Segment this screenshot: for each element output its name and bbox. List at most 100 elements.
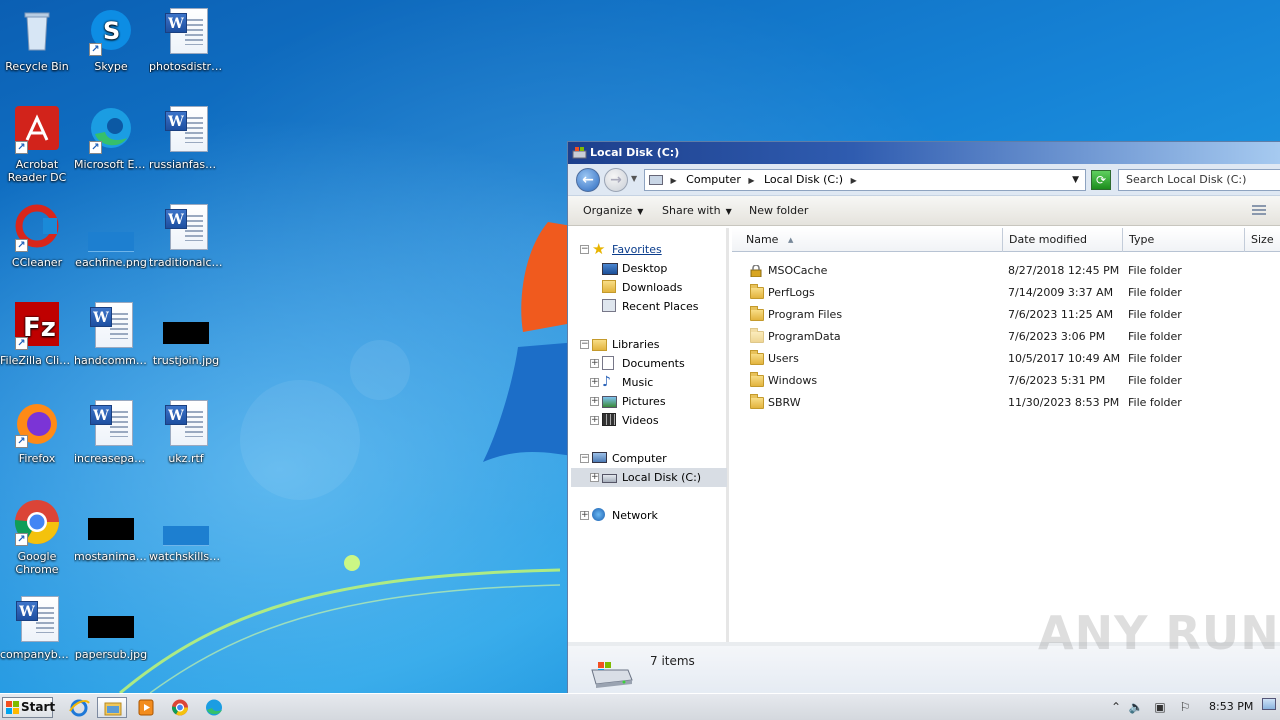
- collapse-icon[interactable]: −: [580, 245, 589, 254]
- tree-item-desktop[interactable]: Desktop: [571, 259, 727, 278]
- file-name: PerfLogs: [768, 286, 815, 299]
- network-tray-icon[interactable]: ▣: [1152, 699, 1168, 715]
- address-dropdown-icon[interactable]: ▼: [1072, 170, 1079, 190]
- expand-icon[interactable]: +: [590, 473, 599, 482]
- collapse-icon[interactable]: −: [580, 340, 589, 349]
- expand-icon[interactable]: +: [590, 378, 599, 387]
- collapse-icon[interactable]: −: [580, 454, 589, 463]
- word-document-icon: W: [162, 400, 210, 448]
- tree-item-libraries[interactable]: − Libraries: [571, 335, 727, 354]
- desktop-icon-firefox[interactable]: ↗ Firefox: [0, 400, 74, 465]
- forward-button[interactable]: →: [604, 168, 628, 192]
- expand-icon[interactable]: +: [590, 397, 599, 406]
- table-row[interactable]: ProgramData 7/6/2023 3:06 PM File folder: [732, 326, 1280, 348]
- breadcrumb-computer[interactable]: Computer: [686, 173, 741, 186]
- desktop-icon-companyba[interactable]: W companyba...: [0, 596, 74, 661]
- anyrun-watermark: ANY RUN: [1038, 606, 1280, 660]
- table-row[interactable]: PerfLogs 7/14/2009 3:37 AM File folder: [732, 282, 1280, 304]
- tree-item-videos[interactable]: + Videos: [571, 411, 727, 430]
- desktop-icon-papersub[interactable]: papersub.jpg: [74, 596, 148, 661]
- speaker-icon[interactable]: 🔈: [1128, 699, 1144, 715]
- edge-icon: [206, 699, 222, 716]
- taskbar-media-player[interactable]: [131, 697, 161, 718]
- table-row[interactable]: Windows 7/6/2023 5:31 PM File folder: [732, 370, 1280, 392]
- desktop-icon-acrobat-reader[interactable]: ↗ Acrobat Reader DC: [0, 106, 74, 184]
- desktop-icon-filezilla[interactable]: Fz ↗ FileZilla Client: [0, 302, 74, 367]
- tree-label: Recent Places: [622, 300, 699, 313]
- address-bar[interactable]: ▶ Computer ▶ Local Disk (C:) ▶ ▼: [644, 169, 1086, 191]
- back-button[interactable]: ←: [576, 168, 600, 192]
- tree-item-pictures[interactable]: + Pictures: [571, 392, 727, 411]
- recent-pages-dropdown-icon[interactable]: ▼: [631, 174, 637, 183]
- desktop-icon-edge[interactable]: ↗ Microsoft Edge: [74, 106, 148, 171]
- desktop-icon-handcommu[interactable]: W handcommu...: [74, 302, 148, 367]
- image-file-icon: [162, 302, 210, 350]
- file-type: File folder: [1128, 374, 1182, 387]
- tree-item-favorites[interactable]: − ★ Favorites: [571, 240, 727, 259]
- column-name[interactable]: Name ▲: [732, 228, 1003, 252]
- table-row[interactable]: MSOCache 8/27/2018 12:45 PM File folder: [732, 260, 1280, 282]
- filezilla-icon: Fz ↗: [13, 302, 61, 350]
- desktop-icon-russianfashi[interactable]: W russianfashi...: [149, 106, 223, 171]
- tree-item-downloads[interactable]: Downloads: [571, 278, 727, 297]
- expand-icon[interactable]: +: [590, 416, 599, 425]
- tree-item-recent-places[interactable]: Recent Places: [571, 297, 727, 316]
- tree-item-local-disk[interactable]: + Local Disk (C:): [571, 468, 727, 487]
- clock[interactable]: 8:53 PM: [1209, 700, 1253, 713]
- taskbar: Start ⌃ 🔈 ▣ ⚐ 8:53 PM: [0, 693, 1280, 720]
- organize-button[interactable]: Organize ▼: [583, 196, 643, 227]
- tree-item-music[interactable]: + ♪ Music: [571, 373, 727, 392]
- desktop-icon-skype[interactable]: S ↗ Skype: [74, 8, 148, 73]
- word-document-icon: W: [162, 8, 210, 56]
- file-date: 7/6/2023 3:06 PM: [1008, 330, 1106, 343]
- tree-item-documents[interactable]: + Documents: [571, 354, 727, 373]
- desktop-icon-recycle-bin[interactable]: Recycle Bin: [0, 8, 74, 73]
- explorer-titlebar[interactable]: Local Disk (C:): [568, 142, 1280, 164]
- tree-label: Videos: [622, 414, 659, 427]
- tree-item-network[interactable]: + Network: [571, 506, 727, 525]
- breadcrumb-separator-icon[interactable]: ▶: [671, 176, 677, 185]
- chrome-icon: ↗: [13, 498, 61, 546]
- column-type[interactable]: Type: [1123, 228, 1245, 252]
- desktop-icon-chrome[interactable]: ↗ Google Chrome: [0, 498, 74, 576]
- start-button[interactable]: Start: [2, 697, 55, 718]
- column-date-modified[interactable]: Date modified: [1003, 228, 1123, 252]
- file-name: ProgramData: [768, 330, 841, 343]
- taskbar-explorer[interactable]: [97, 697, 127, 718]
- acrobat-icon: ↗: [13, 106, 61, 154]
- desktop-icon-mostanimals[interactable]: mostanimals...: [74, 498, 148, 563]
- desktop-icon-increasepar[interactable]: W increasepar...: [74, 400, 148, 465]
- search-input[interactable]: Search Local Disk (C:): [1118, 169, 1280, 191]
- change-view-icon[interactable]: [1252, 205, 1266, 217]
- breadcrumb-separator-icon[interactable]: ▶: [851, 176, 857, 185]
- show-hidden-icons-icon[interactable]: ⌃: [1108, 699, 1124, 715]
- taskbar-edge[interactable]: [199, 697, 229, 718]
- show-desktop-icon[interactable]: [1262, 698, 1276, 710]
- desktop-icon-watchskills[interactable]: watchskills....: [149, 498, 223, 563]
- taskbar-chrome[interactable]: [165, 697, 195, 718]
- table-row[interactable]: Users 10/5/2017 10:49 AM File folder: [732, 348, 1280, 370]
- desktop-icon-traditionalco[interactable]: W traditionalco...: [149, 204, 223, 269]
- firefox-icon: ↗: [13, 400, 61, 448]
- expand-icon[interactable]: +: [580, 511, 589, 520]
- desktop-icon-ukz[interactable]: W ukz.rtf: [149, 400, 223, 465]
- image-file-icon: [87, 498, 135, 546]
- table-row[interactable]: Program Files 7/6/2023 11:25 AM File fol…: [732, 304, 1280, 326]
- expand-icon[interactable]: +: [590, 359, 599, 368]
- refresh-button[interactable]: ⟳: [1091, 170, 1111, 190]
- downloads-folder-icon: [602, 280, 616, 293]
- share-with-button[interactable]: Share with ▼: [662, 196, 732, 227]
- taskbar-internet-explorer[interactable]: [64, 697, 94, 718]
- tree-label: Network: [612, 509, 658, 522]
- desktop-icon-ccleaner[interactable]: ↗ CCleaner: [0, 204, 74, 269]
- new-folder-button[interactable]: New folder: [749, 196, 808, 226]
- desktop-icon-eachfine[interactable]: eachfine.png: [74, 204, 148, 269]
- desktop-icon-trustjoin[interactable]: trustjoin.jpg: [149, 302, 223, 367]
- breadcrumb-separator-icon[interactable]: ▶: [748, 176, 754, 185]
- table-row[interactable]: SBRW 11/30/2023 8:53 PM File folder: [732, 392, 1280, 414]
- action-center-flag-icon[interactable]: ⚐: [1177, 699, 1193, 715]
- column-size[interactable]: Size: [1245, 228, 1280, 252]
- desktop-icon-photosdistri[interactable]: W photosdistri...: [149, 8, 223, 73]
- tree-item-computer[interactable]: − Computer: [571, 449, 727, 468]
- breadcrumb-local-disk[interactable]: Local Disk (C:): [764, 173, 843, 186]
